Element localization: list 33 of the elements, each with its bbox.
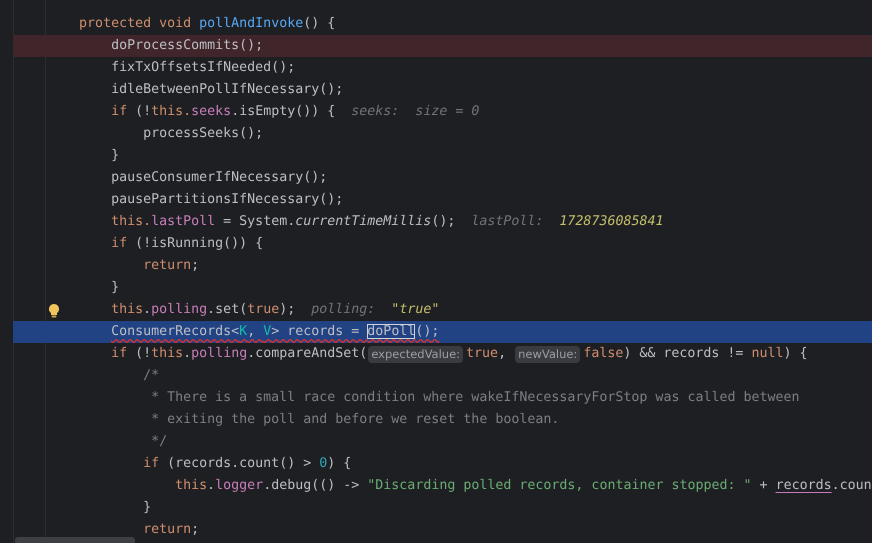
code-text: true,	[466, 345, 508, 363]
code-text: pausePartitionsIfNecessary();	[111, 191, 344, 209]
code-text: }	[111, 147, 120, 165]
code-text: if (!isRunning()) {	[111, 235, 264, 253]
parameter-hint: expectedValue:	[368, 346, 464, 362]
code-text: }	[143, 499, 152, 517]
code-text: processSeeks();	[143, 125, 264, 143]
code-text: if (records.count() > 0) {	[143, 455, 352, 473]
code-text: fixTxOffsetsIfNeeded();	[111, 59, 296, 77]
code-text: return;	[143, 521, 200, 539]
code-text: false) && records != null) {	[583, 345, 808, 363]
code-text: }	[111, 279, 120, 297]
code-text: this.polling.set(true);	[111, 301, 296, 319]
code-text: */	[151, 433, 168, 451]
code-text: this.logger.debug(() -> "Discarding polled records, container stopped: " + records.coun	[175, 477, 872, 495]
code-text: doProcessCommits();	[111, 37, 264, 55]
lightbulb-icon[interactable]	[47, 303, 61, 318]
horizontal-scrollbar[interactable]	[15, 537, 135, 543]
code-text: idleBetweenPollIfNecessary();	[111, 81, 344, 99]
code-text: if (!this.polling.compareAndSet(	[111, 345, 368, 363]
debug-value-hint: polling: "true"	[311, 301, 440, 319]
parameter-hint: newValue:	[515, 346, 580, 362]
code-text: * exiting the poll and before we reset the boolean.	[151, 411, 560, 429]
debug-value-hint: seeks: size = 0	[351, 103, 480, 121]
code-text: if (!this.seeks.isEmpty()) {	[111, 103, 336, 121]
code-text: * There is a small race condition where wakeIfNecessaryForStop was called between	[151, 389, 800, 407]
code-text: pauseConsumerIfNecessary();	[111, 169, 328, 187]
code-text: this.lastPoll = System.currentTimeMillis();	[111, 213, 456, 231]
code-text: /*	[143, 367, 160, 385]
debug-value-hint: lastPoll: 1728736085841	[471, 213, 664, 231]
code-text: protected void pollAndInvoke() {	[79, 15, 336, 33]
code-text: ConsumerRecords<K, V> records = doPoll();	[111, 323, 440, 341]
code-text: return;	[143, 257, 200, 275]
